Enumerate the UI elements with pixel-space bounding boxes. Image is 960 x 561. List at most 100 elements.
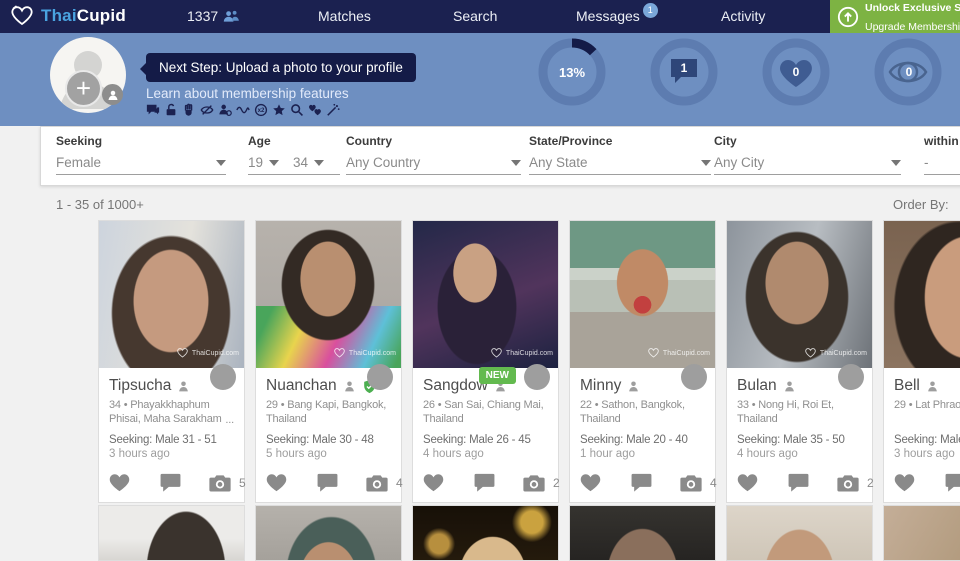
like-button[interactable] <box>580 473 601 492</box>
like-button[interactable] <box>894 473 915 492</box>
feature-icon-row: x2 <box>146 103 340 117</box>
message-button[interactable] <box>160 473 181 492</box>
watermark: ThaiCupid.com <box>647 347 710 359</box>
chevron-down-icon <box>701 160 711 166</box>
seeking-select[interactable]: Female <box>56 155 226 175</box>
more-options-button[interactable] <box>838 364 864 390</box>
within-label: within <box>924 134 960 148</box>
message-button[interactable] <box>474 473 495 492</box>
details-ellipsis: ... <box>222 413 234 427</box>
order-by-label[interactable]: Order By: <box>893 197 949 212</box>
profile-seeking: Seeking: Male 31 - 51 <box>109 434 234 446</box>
profile-photo[interactable] <box>256 506 401 560</box>
message-button[interactable] <box>945 473 960 492</box>
nav-matches[interactable]: Matches <box>318 8 371 24</box>
details-text: 29 • Lat Phrao, Thailand <box>894 399 960 411</box>
watermark-text: ThaiCupid.com <box>349 350 396 357</box>
age-max-select[interactable]: 34 <box>293 155 324 170</box>
results-count: 1 - 35 of 1000+ <box>56 197 144 212</box>
messages-stat[interactable]: 1 <box>649 37 719 107</box>
more-options-button[interactable] <box>681 364 707 390</box>
online-members-count[interactable]: 1337 <box>187 8 239 24</box>
profile-seeking: Seeking: Male 30 - 48 <box>266 434 391 446</box>
state-select[interactable]: Any State <box>529 155 711 175</box>
more-options-button[interactable] <box>524 364 550 390</box>
photo-count: 5 <box>239 476 246 490</box>
nav-search[interactable]: Search <box>453 8 497 24</box>
profile-photo[interactable] <box>727 506 872 560</box>
brand-logo[interactable]: ThaiCupid <box>10 4 126 28</box>
next-step-tooltip: Next Step: Upload a photo to your profil… <box>146 53 416 82</box>
profile-photo[interactable]: ThaiCupid.com <box>727 221 872 368</box>
like-button[interactable] <box>266 473 287 492</box>
like-button[interactable] <box>737 473 758 492</box>
profile-card <box>98 505 245 561</box>
profile-photo[interactable] <box>570 506 715 560</box>
age-min-select[interactable]: 19 <box>248 155 279 170</box>
profile-last-active: 5 hours ago <box>266 448 391 460</box>
nav-messages-label: Messages <box>576 8 640 24</box>
hand-icon <box>182 103 196 117</box>
profile-photo[interactable]: ThaiCupid.com <box>99 221 244 368</box>
watermark-text: ThaiCupid.com <box>663 350 710 357</box>
profile-completion-stat[interactable]: 13% <box>537 37 607 107</box>
views-stat-value: 0 <box>873 37 943 107</box>
profile-seeking: Seeking: Male 2 <box>894 434 960 446</box>
add-photo-button[interactable]: + <box>65 70 102 107</box>
profile-card <box>569 505 716 561</box>
photos-button[interactable] <box>680 474 702 492</box>
profile-photo[interactable] <box>413 506 558 560</box>
profile-photo[interactable]: ThaiCupid.com <box>413 221 558 368</box>
profile-name[interactable]: Sangdow <box>423 377 488 395</box>
state-label: State/Province <box>529 134 711 148</box>
x2-icon: x2 <box>254 103 268 117</box>
heart-outline-icon <box>647 347 660 359</box>
profile-photo[interactable]: ThaiCupid.com <box>256 221 401 368</box>
photos-button[interactable] <box>209 474 231 492</box>
upgrade-line2: Upgrade Membership <box>865 21 960 33</box>
arrow-up-circle-icon <box>837 6 859 28</box>
new-badge: NEW <box>479 367 516 384</box>
photos-button[interactable] <box>366 474 388 492</box>
city-select[interactable]: Any City <box>714 155 901 175</box>
profile-card: ThaiCupid.com Bulan 33 • Nong Hi, Roi Et… <box>726 220 873 503</box>
photos-button[interactable] <box>523 474 545 492</box>
search-filter-bar: Seeking Female Age 19 34 Country Any Cou… <box>40 126 960 186</box>
like-button[interactable] <box>109 473 130 492</box>
profile-name[interactable]: Tipsucha <box>109 377 171 395</box>
state-value: Any State <box>529 155 588 170</box>
profile-card-grid-row2 <box>98 505 960 561</box>
within-select[interactable]: - <box>924 155 960 175</box>
country-select[interactable]: Any Country <box>346 155 521 175</box>
upgrade-membership-button[interactable]: Unlock Exclusive SearchUpgrade Membershi… <box>830 0 960 33</box>
age-max-value: 34 <box>293 155 308 170</box>
watermark-text: ThaiCupid.com <box>820 350 867 357</box>
likes-stat[interactable]: 0 <box>761 37 831 107</box>
more-options-button[interactable] <box>210 364 236 390</box>
membership-features-link[interactable]: Learn about membership features <box>146 86 349 101</box>
message-button[interactable] <box>788 473 809 492</box>
profile-photo[interactable]: ThaiCupid.com <box>570 221 715 368</box>
avatar[interactable]: + <box>50 37 126 113</box>
like-button[interactable] <box>423 473 444 492</box>
profile-photo[interactable] <box>884 506 960 560</box>
messages-stat-value: 1 <box>649 37 719 107</box>
profile-name[interactable]: Nuanchan <box>266 377 337 395</box>
nav-activity[interactable]: Activity <box>721 8 765 24</box>
profile-name[interactable]: Minny <box>580 377 621 395</box>
more-options-button[interactable] <box>367 364 393 390</box>
watermark: ThaiCupid.com <box>490 347 553 359</box>
profile-photo[interactable]: ThaiCupid.com <box>884 221 960 368</box>
online-count-value: 1337 <box>187 8 218 24</box>
profile-name[interactable]: Bell <box>894 377 920 395</box>
profile-last-active: 1 hour ago <box>580 448 705 460</box>
nav-messages[interactable]: Messages1 <box>576 8 658 24</box>
message-button[interactable] <box>631 473 652 492</box>
views-stat[interactable]: 0 <box>873 37 943 107</box>
person-badge-icon <box>102 84 123 105</box>
profile-name[interactable]: Bulan <box>737 377 777 395</box>
profile-completion-value: 13% <box>537 37 607 107</box>
photos-button[interactable] <box>837 474 859 492</box>
message-button[interactable] <box>317 473 338 492</box>
profile-photo[interactable] <box>99 506 244 560</box>
